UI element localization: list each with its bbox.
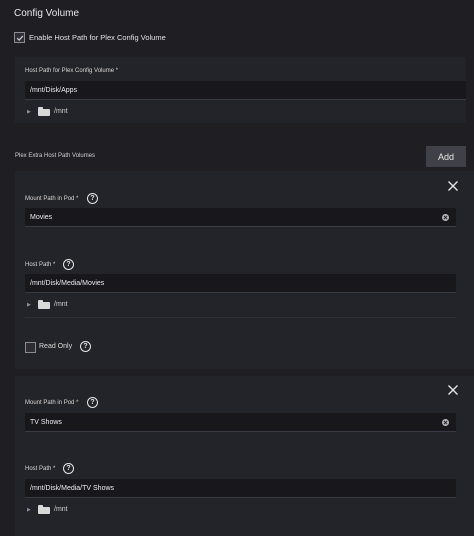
mount-path-value-2: TV Shows — [30, 418, 62, 426]
host-tree-root-2: /mnt — [54, 506, 68, 513]
host-path-input-1[interactable]: /mnt/Disk/Media/Movies — [25, 274, 456, 293]
config-host-path-label: Host Path for Plex Config Volume * — [25, 68, 119, 74]
folder-icon — [38, 300, 50, 309]
folder-icon — [38, 107, 50, 116]
clear-circle-icon[interactable] — [442, 214, 449, 221]
close-icon[interactable] — [447, 179, 459, 197]
close-icon[interactable] — [447, 383, 459, 401]
divider — [25, 317, 456, 318]
config-tree-node[interactable]: ▶ /mnt — [27, 107, 68, 116]
mount-path-label-1: Mount Path in Pod * — [25, 196, 79, 202]
triangle-right-icon[interactable]: ▶ — [27, 109, 38, 115]
triangle-right-icon[interactable]: ▶ — [27, 507, 38, 513]
host-path-value-1: /mnt/Disk/Media/Movies — [30, 279, 105, 287]
config-host-path-value: /mnt/Disk/Apps — [30, 86, 78, 94]
question-circle-icon[interactable]: ? — [63, 259, 74, 270]
question-circle-icon[interactable]: ? — [87, 193, 98, 204]
mount-path-input-1[interactable]: Movies — [25, 208, 456, 227]
mount-path-value-1: Movies — [30, 213, 53, 221]
host-path-label-1: Host Path * — [25, 262, 56, 268]
extra-volume-card-2 — [15, 376, 474, 536]
host-tree-node-1[interactable]: ▶ /mnt — [27, 300, 68, 309]
mount-path-label-2: Mount Path in Pod * — [25, 400, 79, 406]
enable-host-path-label: Enable Host Path for Plex Config Volume — [29, 33, 166, 42]
enable-host-path-checkbox[interactable] — [14, 32, 25, 43]
config-tree-root: /mnt — [54, 108, 68, 115]
clear-circle-icon[interactable] — [442, 419, 449, 426]
host-tree-node-2[interactable]: ▶ /mnt — [27, 505, 68, 514]
host-path-value-2: /mnt/Disk/Media/TV Shows — [30, 484, 115, 492]
folder-icon — [38, 505, 50, 514]
extra-volumes-title: Plex Extra Host Path Volumes — [15, 153, 96, 159]
read-only-checkbox[interactable] — [25, 342, 36, 353]
extra-volume-card-1 — [15, 171, 474, 369]
check-icon — [16, 34, 23, 41]
host-tree-root-1: /mnt — [54, 301, 68, 308]
add-volume-button[interactable]: Add — [426, 146, 466, 167]
mount-path-input-2[interactable]: TV Shows — [25, 413, 456, 432]
read-only-label: Read Only — [39, 343, 73, 350]
question-circle-icon[interactable]: ? — [87, 397, 98, 408]
question-circle-icon[interactable]: ? — [63, 463, 74, 474]
config-volume-title: Config Volume — [14, 8, 80, 19]
question-circle-icon[interactable]: ? — [80, 341, 91, 352]
host-path-input-2[interactable]: /mnt/Disk/Media/TV Shows — [25, 479, 456, 498]
add-volume-label: Add — [437, 151, 454, 162]
config-host-path-input[interactable]: /mnt/Disk/Apps — [25, 81, 466, 100]
triangle-right-icon[interactable]: ▶ — [27, 302, 38, 308]
host-path-label-2: Host Path * — [25, 466, 56, 472]
